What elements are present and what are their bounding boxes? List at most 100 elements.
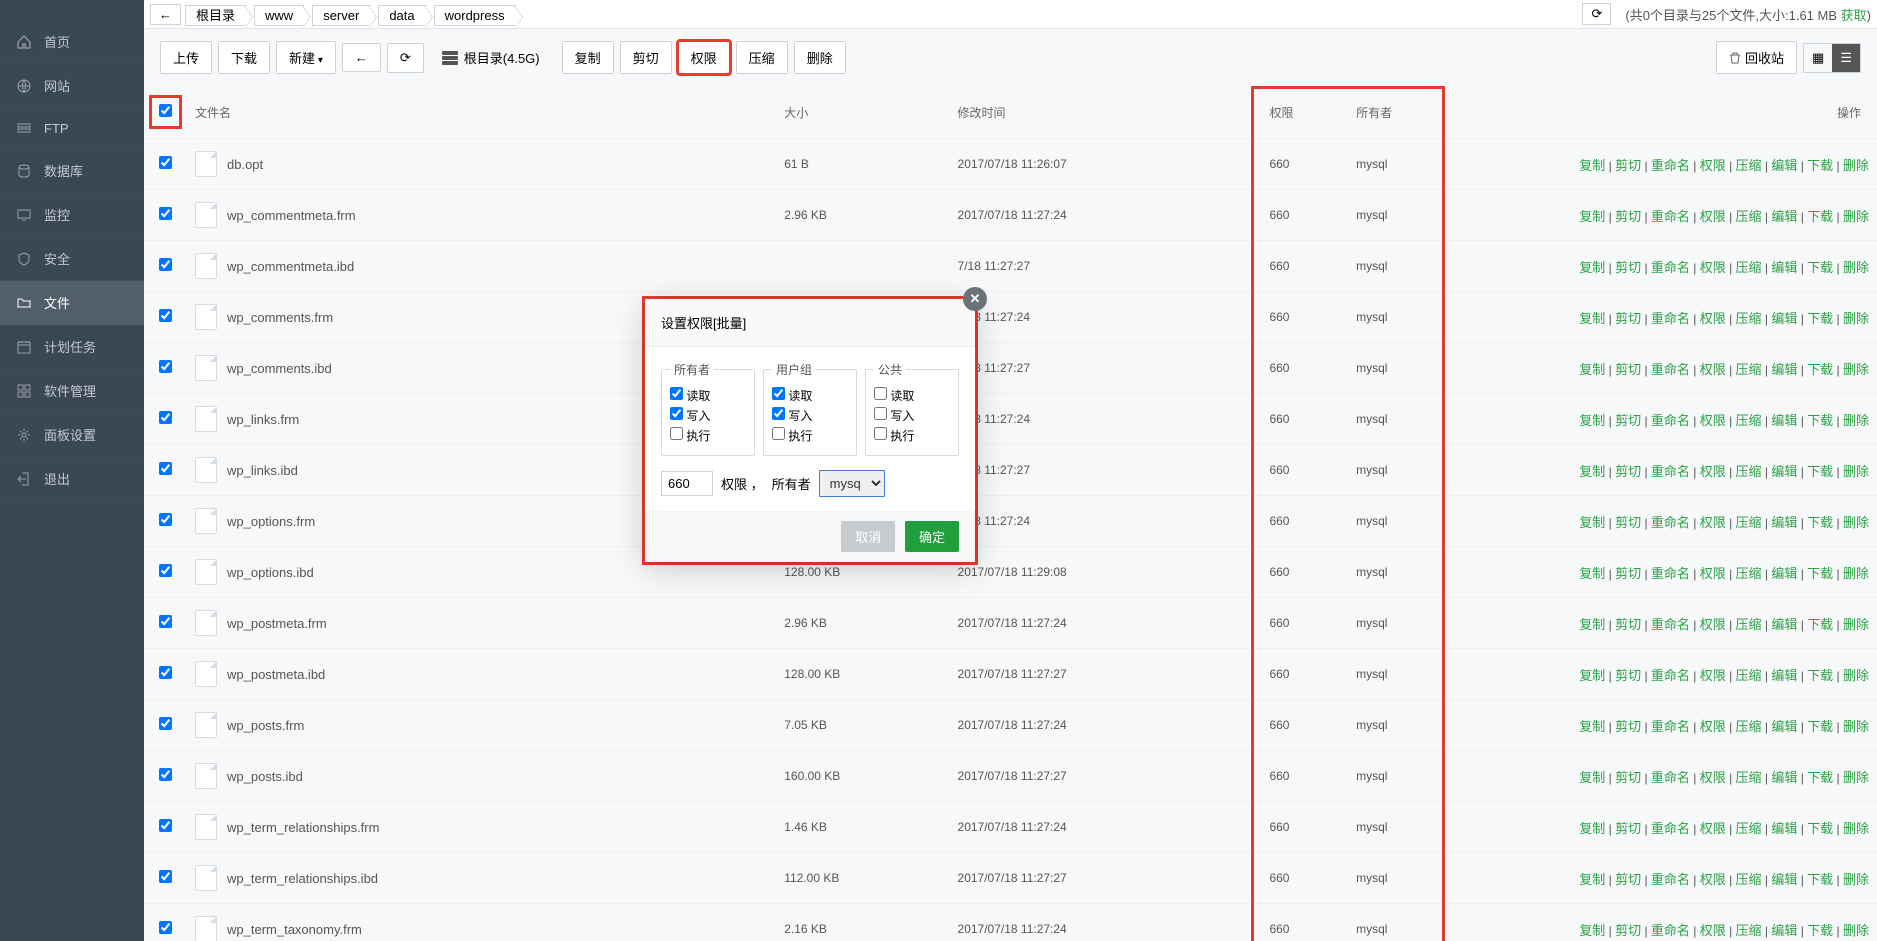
- table-row[interactable]: wp_term_taxonomy.frm2.16 KB2017/07/18 11…: [144, 904, 1877, 941]
- row-action-编辑[interactable]: 编辑: [1771, 362, 1797, 377]
- row-action-复制[interactable]: 复制: [1579, 872, 1605, 887]
- stats-fetch-link[interactable]: 获取: [1841, 8, 1867, 23]
- table-row[interactable]: wp_term_relationships.frm1.46 KB2017/07/…: [144, 802, 1877, 853]
- row-action-压缩[interactable]: 压缩: [1736, 515, 1762, 530]
- row-action-压缩[interactable]: 压缩: [1736, 770, 1762, 785]
- table-row[interactable]: wp_commentmeta.frm2.96 KB2017/07/18 11:2…: [144, 190, 1877, 241]
- row-action-编辑[interactable]: 编辑: [1771, 260, 1797, 275]
- row-action-重命名[interactable]: 重命名: [1651, 158, 1690, 173]
- row-action-剪切[interactable]: 剪切: [1615, 923, 1641, 938]
- row-action-权限[interactable]: 权限: [1700, 770, 1726, 785]
- row-action-删除[interactable]: 删除: [1843, 566, 1869, 581]
- table-row[interactable]: wp_commentmeta.ibd7/18 11:27:27660mysql复…: [144, 241, 1877, 292]
- permission-numeric-input[interactable]: [661, 471, 713, 496]
- row-action-权限[interactable]: 权限: [1700, 464, 1726, 479]
- row-action-编辑[interactable]: 编辑: [1771, 668, 1797, 683]
- row-action-重命名[interactable]: 重命名: [1651, 872, 1690, 887]
- row-action-删除[interactable]: 删除: [1843, 617, 1869, 632]
- row-action-编辑[interactable]: 编辑: [1771, 311, 1797, 326]
- download-button[interactable]: 下载: [218, 41, 270, 74]
- row-checkbox[interactable]: [159, 309, 172, 322]
- row-action-重命名[interactable]: 重命名: [1651, 770, 1690, 785]
- row-action-压缩[interactable]: 压缩: [1736, 668, 1762, 683]
- row-action-剪切[interactable]: 剪切: [1615, 464, 1641, 479]
- col-perm[interactable]: 权限: [1261, 86, 1348, 139]
- row-action-删除[interactable]: 删除: [1843, 158, 1869, 173]
- row-action-下载[interactable]: 下载: [1807, 719, 1833, 734]
- new-button[interactable]: 新建: [276, 41, 336, 74]
- row-checkbox[interactable]: [159, 870, 172, 883]
- row-action-权限[interactable]: 权限: [1700, 413, 1726, 428]
- row-action-复制[interactable]: 复制: [1579, 464, 1605, 479]
- dialog-close-button[interactable]: ✕: [963, 287, 987, 311]
- table-row[interactable]: wp_links.ibd7/18 11:27:27660mysql复制 | 剪切…: [144, 445, 1877, 496]
- row-action-剪切[interactable]: 剪切: [1615, 872, 1641, 887]
- row-action-压缩[interactable]: 压缩: [1736, 362, 1762, 377]
- sidebar-item-apps[interactable]: 软件管理: [0, 369, 144, 413]
- row-action-重命名[interactable]: 重命名: [1651, 821, 1690, 836]
- sidebar-item-globe[interactable]: 网站: [0, 64, 144, 108]
- row-checkbox[interactable]: [159, 819, 172, 832]
- perm-write-checkbox[interactable]: [772, 407, 785, 420]
- table-row[interactable]: wp_comments.ibd7/18 11:27:27660mysql复制 |…: [144, 343, 1877, 394]
- row-checkbox[interactable]: [159, 768, 172, 781]
- perm-write-checkbox[interactable]: [670, 407, 683, 420]
- row-action-编辑[interactable]: 编辑: [1771, 566, 1797, 581]
- row-action-重命名[interactable]: 重命名: [1651, 362, 1690, 377]
- perm-read-checkbox[interactable]: [670, 387, 683, 400]
- row-action-剪切[interactable]: 剪切: [1615, 362, 1641, 377]
- row-action-权限[interactable]: 权限: [1700, 362, 1726, 377]
- row-action-剪切[interactable]: 剪切: [1615, 566, 1641, 581]
- breadcrumb-item[interactable]: 根目录: [185, 5, 246, 26]
- table-row[interactable]: wp_links.frm7/18 11:27:24660mysql复制 | 剪切…: [144, 394, 1877, 445]
- perm-read-checkbox[interactable]: [772, 387, 785, 400]
- row-action-下载[interactable]: 下载: [1807, 413, 1833, 428]
- row-action-删除[interactable]: 删除: [1843, 923, 1869, 938]
- row-action-权限[interactable]: 权限: [1700, 668, 1726, 683]
- row-action-权限[interactable]: 权限: [1700, 617, 1726, 632]
- row-action-剪切[interactable]: 剪切: [1615, 668, 1641, 683]
- back-button[interactable]: ←: [342, 43, 381, 72]
- col-name[interactable]: 文件名: [187, 86, 776, 139]
- row-action-删除[interactable]: 删除: [1843, 719, 1869, 734]
- row-action-复制[interactable]: 复制: [1579, 515, 1605, 530]
- table-row[interactable]: wp_options.ibd128.00 KB2017/07/18 11:29:…: [144, 547, 1877, 598]
- permission-button[interactable]: 权限: [678, 41, 730, 74]
- breadcrumb-refresh-button[interactable]: ⟳: [1582, 3, 1611, 25]
- dialog-cancel-button[interactable]: 取消: [841, 521, 895, 552]
- row-action-压缩[interactable]: 压缩: [1736, 158, 1762, 173]
- row-action-删除[interactable]: 删除: [1843, 362, 1869, 377]
- row-action-重命名[interactable]: 重命名: [1651, 515, 1690, 530]
- row-action-剪切[interactable]: 剪切: [1615, 260, 1641, 275]
- row-action-删除[interactable]: 删除: [1843, 209, 1869, 224]
- row-action-删除[interactable]: 删除: [1843, 770, 1869, 785]
- row-action-重命名[interactable]: 重命名: [1651, 413, 1690, 428]
- select-all-checkbox[interactable]: [159, 104, 172, 117]
- row-action-权限[interactable]: 权限: [1700, 872, 1726, 887]
- sidebar-item-home[interactable]: 首页: [0, 20, 144, 64]
- row-action-下载[interactable]: 下载: [1807, 311, 1833, 326]
- sidebar-item-folder[interactable]: 文件: [0, 281, 144, 325]
- row-action-重命名[interactable]: 重命名: [1651, 464, 1690, 479]
- row-action-编辑[interactable]: 编辑: [1771, 719, 1797, 734]
- row-action-压缩[interactable]: 压缩: [1736, 821, 1762, 836]
- row-action-复制[interactable]: 复制: [1579, 413, 1605, 428]
- dialog-ok-button[interactable]: 确定: [905, 521, 959, 552]
- breadcrumb-item[interactable]: wordpress: [434, 5, 516, 26]
- row-action-复制[interactable]: 复制: [1579, 770, 1605, 785]
- row-action-重命名[interactable]: 重命名: [1651, 260, 1690, 275]
- row-action-重命名[interactable]: 重命名: [1651, 923, 1690, 938]
- sidebar-item-ftp[interactable]: FTP: [0, 108, 144, 149]
- row-action-压缩[interactable]: 压缩: [1736, 719, 1762, 734]
- row-action-复制[interactable]: 复制: [1579, 311, 1605, 326]
- row-action-压缩[interactable]: 压缩: [1736, 872, 1762, 887]
- row-action-下载[interactable]: 下载: [1807, 515, 1833, 530]
- row-action-权限[interactable]: 权限: [1700, 311, 1726, 326]
- row-action-剪切[interactable]: 剪切: [1615, 311, 1641, 326]
- row-action-下载[interactable]: 下载: [1807, 821, 1833, 836]
- row-action-删除[interactable]: 删除: [1843, 260, 1869, 275]
- row-action-编辑[interactable]: 编辑: [1771, 923, 1797, 938]
- row-action-剪切[interactable]: 剪切: [1615, 209, 1641, 224]
- row-checkbox[interactable]: [159, 666, 172, 679]
- row-action-删除[interactable]: 删除: [1843, 311, 1869, 326]
